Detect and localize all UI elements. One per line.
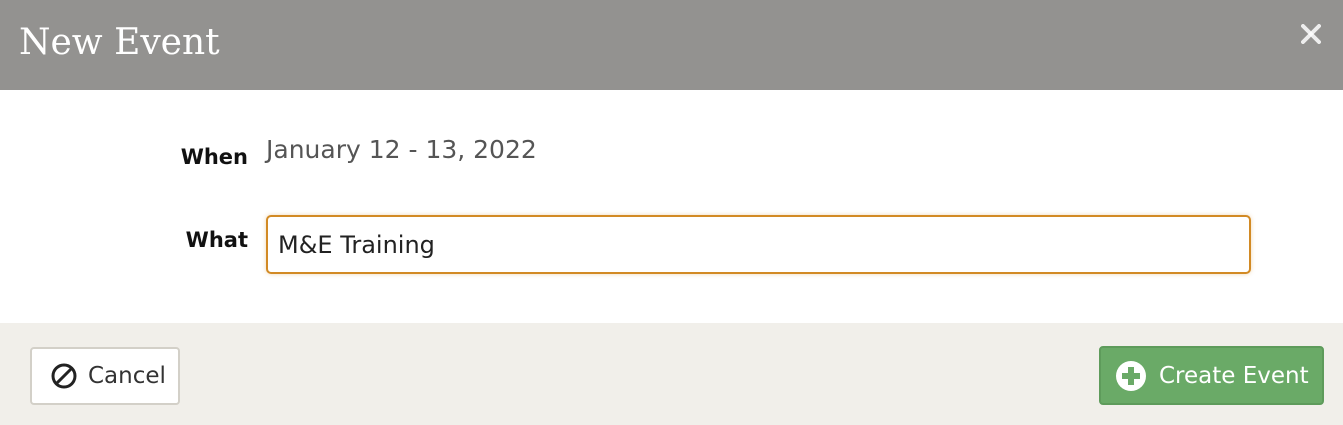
cancel-button[interactable]: Cancel (30, 347, 180, 405)
when-value: January 12 - 13, 2022 (266, 135, 537, 164)
dialog-header: New Event (0, 0, 1343, 90)
what-label: What (185, 228, 248, 252)
dialog-footer: Cancel Create Event (0, 323, 1343, 425)
ban-icon (50, 362, 78, 390)
when-label: When (180, 145, 248, 169)
create-event-button[interactable]: Create Event (1099, 346, 1324, 405)
new-event-dialog: New Event When January 12 - 13, 2022 Wha… (0, 0, 1343, 425)
plus-circle-icon (1115, 360, 1147, 392)
cancel-label: Cancel (88, 363, 166, 389)
close-icon[interactable] (1299, 22, 1323, 46)
dialog-title: New Event (19, 22, 220, 63)
create-event-label: Create Event (1159, 362, 1309, 389)
what-input[interactable] (266, 215, 1251, 274)
dialog-body: When January 12 - 13, 2022 What (0, 90, 1343, 323)
